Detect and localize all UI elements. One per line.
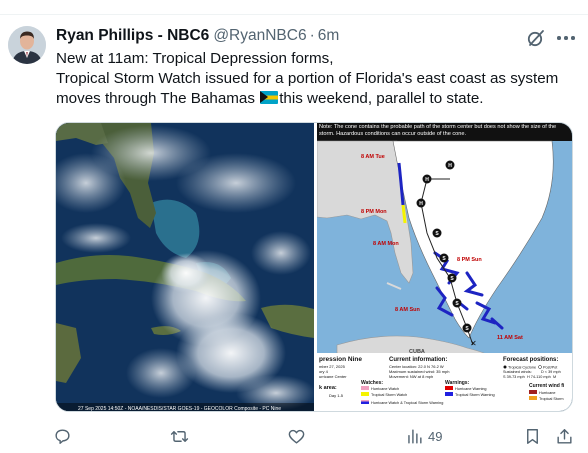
tweet-header: Ryan Phillips - NBC6 @RyanNBC6 · 6m xyxy=(56,27,339,47)
share-button[interactable] xyxy=(555,424,574,448)
satellite-image[interactable]: 27 Sep 2025 14:50Z - NOAA/NESDIS/STAR GO… xyxy=(56,123,316,412)
repost-icon xyxy=(170,430,189,442)
forecast-title: Forecast positions: xyxy=(503,357,558,363)
legend-subtitle: urricane Center xyxy=(319,374,347,379)
tweet-text-segment: moves through The Bahamas xyxy=(56,90,255,107)
share-icon xyxy=(557,428,572,444)
risk-area-label: k area: xyxy=(319,385,337,391)
action-bar: 49 xyxy=(0,424,588,448)
wind-title: Current wind fi xyxy=(529,383,565,389)
watches-title: Watches: xyxy=(361,380,383,386)
track-time-label: 11 AM Sat xyxy=(497,335,523,341)
avatar[interactable] xyxy=(8,26,46,64)
bookmark-icon xyxy=(527,428,538,444)
top-divider xyxy=(0,14,588,15)
heart-icon xyxy=(288,429,305,444)
reply-button[interactable] xyxy=(53,424,72,448)
forecast-line: Sustained winds: xyxy=(503,370,532,374)
forecast-line: S 39-73 mph xyxy=(503,375,525,379)
tweet-text-line: New at 11am: Tropical Depression forms, xyxy=(56,50,334,67)
warning-item: Tropical Storm Warning xyxy=(455,393,495,397)
more-options-icon[interactable] xyxy=(555,28,577,48)
track-time-label: 8 PM Sun xyxy=(457,257,482,263)
forecast-point-label: H xyxy=(425,177,429,183)
risk-area-sub: Day 1-5 xyxy=(329,393,344,398)
wind-item: Tropical Storm xyxy=(539,397,564,401)
combo-item: Hurricane Watch & Tropical Storm Warning xyxy=(371,401,443,405)
current-info-line: Movement: NW at 8 mph xyxy=(389,374,433,379)
views-button[interactable]: 49 xyxy=(405,424,442,448)
forecast-point-label: H xyxy=(419,201,423,207)
wind-item: Hurricane xyxy=(539,391,555,395)
grok-icon[interactable] xyxy=(526,28,546,48)
views-chart-icon xyxy=(408,428,422,444)
tweet-text: New at 11am: Tropical Depression forms, … xyxy=(56,49,581,109)
watch-item: Hurricane Watch xyxy=(371,387,399,391)
views-count: 49 xyxy=(428,428,443,444)
bookmark-button[interactable] xyxy=(523,424,542,448)
forecast-line: Post/Pot xyxy=(543,366,558,370)
warning-item: Hurricane Warning xyxy=(455,387,487,391)
satellite-caption: 27 Sep 2025 14:50Z - NOAA/NESDIS/STAR GO… xyxy=(78,406,281,412)
current-info-title: Current information: xyxy=(389,357,447,363)
bahamas-flag-icon xyxy=(260,91,279,104)
forecast-line: H 74-110 mph xyxy=(527,375,551,379)
forecast-line: M xyxy=(553,375,556,379)
tweet-text-line: moves through The Bahamas this weekend, … xyxy=(56,89,581,109)
separator-dot: · xyxy=(309,27,315,44)
map-note: Note: The cone contains the probable pat… xyxy=(319,124,557,137)
media-grid[interactable]: 27 Sep 2025 14:50Z - NOAA/NESDIS/STAR GO… xyxy=(55,122,573,412)
more-dot-icon xyxy=(564,36,568,40)
reply-icon xyxy=(55,428,70,444)
watch-item: Tropical Storm Watch xyxy=(371,393,407,397)
track-time-label: 8 AM Tue xyxy=(361,154,385,160)
more-dot-icon xyxy=(557,36,561,40)
current-position-icon: ✕ xyxy=(470,339,477,348)
track-time-label: 8 PM Mon xyxy=(361,209,387,215)
repost-button[interactable] xyxy=(170,424,189,448)
warnings-title: Warnings: xyxy=(445,380,470,386)
author-handle[interactable]: @RyanNBC6 xyxy=(213,27,306,45)
track-time-label: 8 AM Mon xyxy=(373,241,399,247)
tweet-text-line: Tropical Storm Watch issued for a portio… xyxy=(56,70,559,87)
author-name[interactable]: Ryan Phillips - NBC6 xyxy=(56,27,209,45)
forecast-line: D < 39 mph xyxy=(541,370,561,374)
more-dot-icon xyxy=(571,36,575,40)
tweet-text-segment: this weekend, parallel to state. xyxy=(279,90,484,107)
like-button[interactable] xyxy=(287,424,306,448)
timestamp[interactable]: 6m xyxy=(318,27,340,45)
forecast-point-label: H xyxy=(448,163,452,169)
forecast-cone-map[interactable]: Note: The cone contains the probable pat… xyxy=(316,123,572,411)
forecast-line: Tropical Cyclone xyxy=(508,366,536,370)
legend-title: pression Nine xyxy=(319,356,362,363)
track-time-label: 8 AM Sun xyxy=(395,307,420,313)
